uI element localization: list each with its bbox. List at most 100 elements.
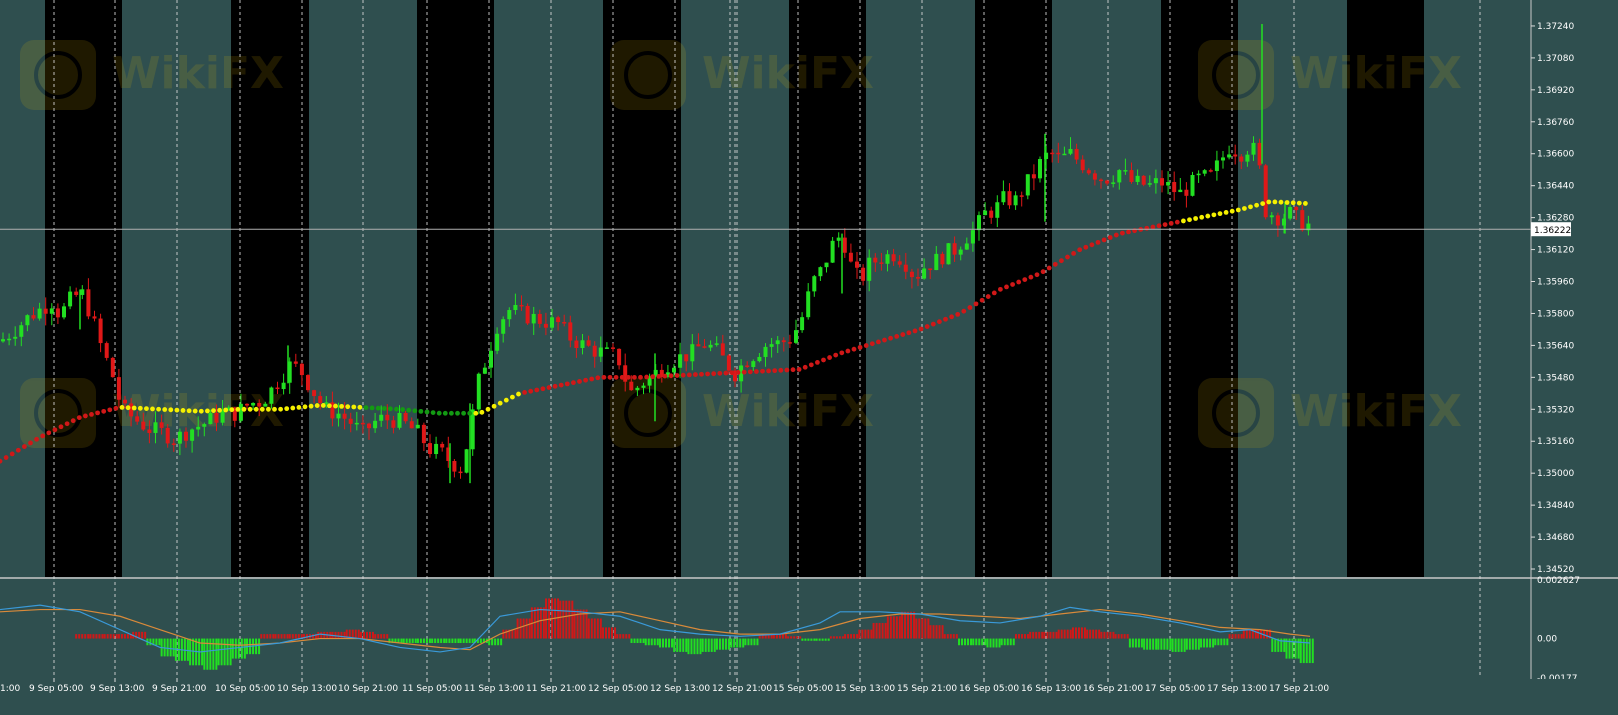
macd-histogram-bar: [1086, 629, 1089, 639]
ma-dot: [747, 369, 753, 375]
macd-histogram-bar: [1180, 638, 1183, 652]
ma-dot: [479, 409, 485, 415]
macd-histogram-bar: [992, 638, 995, 648]
candle-body: [1300, 210, 1305, 231]
ma-dot: [802, 364, 808, 370]
price-tick-label: 1.34520: [1537, 565, 1574, 575]
macd-histogram-bar: [1103, 631, 1106, 639]
ma-dot: [1083, 244, 1089, 250]
macd-histogram-bar: [274, 634, 277, 639]
ma-dot: [577, 379, 582, 384]
ma-dot: [375, 405, 381, 411]
macd-histogram-bar: [237, 638, 240, 659]
time-tick-label: 17 Sep 13:00: [1207, 684, 1267, 694]
macd-histogram-bar: [1137, 638, 1140, 648]
ma-dot: [638, 374, 643, 380]
dark-session-band: [975, 0, 1052, 577]
candle-body: [257, 402, 262, 407]
price-tick-label: 1.34840: [1537, 501, 1574, 511]
macd-histogram-bar: [665, 638, 667, 648]
macd-histogram-bar: [106, 634, 109, 639]
macd-histogram-bar: [386, 634, 389, 639]
macd-histogram-bar: [889, 616, 892, 639]
macd-histogram-bar: [1194, 638, 1197, 650]
ma-dot: [674, 373, 680, 378]
macd-histogram-bar: [970, 638, 973, 646]
macd-histogram-bar: [144, 631, 147, 639]
ma-dot: [406, 407, 412, 413]
candle-body: [1092, 173, 1097, 180]
macd-histogram-bar: [109, 634, 112, 639]
ma-dot: [235, 406, 241, 412]
time-tick-label: 16 Sep 05:00: [959, 684, 1019, 694]
macd-histogram-bar: [696, 638, 699, 655]
candle-body: [507, 310, 512, 320]
time-label-cut: 1:00: [0, 684, 20, 694]
candle-body: [37, 308, 42, 319]
macd-histogram-bar: [189, 638, 192, 666]
macd-histogram-bar: [1308, 638, 1311, 664]
macd-histogram-bar: [1123, 634, 1126, 639]
ma-dot: [863, 343, 869, 348]
candle-body: [495, 333, 500, 351]
macd-histogram-bar: [853, 634, 856, 639]
macd-histogram-bar: [653, 638, 656, 646]
macd-histogram-bar: [1174, 638, 1177, 652]
candle-body: [312, 390, 317, 397]
ma-dot: [320, 403, 326, 408]
macd-histogram-bar: [117, 634, 120, 639]
candle-body: [720, 343, 725, 356]
candle-body: [1221, 157, 1225, 161]
macd-histogram-bar: [451, 638, 454, 644]
candle-body: [1251, 142, 1256, 155]
macd-histogram-bar: [981, 638, 984, 646]
macd-histogram-bar: [742, 638, 745, 648]
ma-dot: [894, 334, 900, 339]
macd-histogram-bar: [644, 638, 647, 646]
macd-histogram-bar: [884, 622, 887, 639]
ma-dot: [522, 389, 527, 395]
candle-body: [830, 240, 835, 263]
time-axis: 1:00 9 Sep 05:00 9 Sep 13:00 9 Sep 21:00 10 …: [0, 678, 1618, 715]
macd-histogram-bar: [1146, 638, 1149, 650]
ma-dot: [1187, 217, 1192, 223]
macd-histogram-bar: [715, 638, 718, 650]
macd-histogram-bar: [952, 634, 955, 639]
candle-body: [964, 243, 969, 250]
macd-histogram-bar: [972, 638, 975, 646]
candle-body: [214, 412, 219, 423]
macd-histogram-bar: [505, 629, 508, 639]
macd-histogram-bar: [1009, 638, 1012, 646]
ma-dot: [436, 410, 442, 416]
ma-dot: [876, 339, 881, 345]
ma-dot: [754, 369, 759, 374]
macd-histogram-bar: [357, 629, 360, 639]
ma-dot: [400, 407, 405, 412]
ma-dot: [455, 410, 460, 416]
macd-histogram-bar: [707, 638, 710, 652]
ma-dot: [125, 405, 131, 411]
macd-histogram-bar: [787, 636, 790, 639]
macd-histogram-bar: [713, 638, 716, 652]
candle-body: [1111, 182, 1116, 184]
candle-body: [763, 346, 768, 357]
macd-histogram-bar: [804, 638, 807, 641]
macd-histogram-bar: [1126, 634, 1129, 639]
macd-histogram-bar: [1134, 638, 1137, 648]
macd-histogram-bar: [103, 634, 106, 639]
ma-dot: [266, 406, 271, 412]
macd-histogram-bar: [425, 638, 428, 644]
macd-histogram-bar: [901, 611, 904, 639]
ma-dot: [1205, 213, 1211, 219]
ma-dot: [784, 367, 790, 373]
ma-dot: [119, 404, 125, 410]
ma-dot: [113, 405, 119, 411]
macd-histogram-bar: [562, 600, 565, 639]
candle-body: [592, 345, 597, 357]
macd-histogram-bar: [1060, 629, 1063, 639]
price-tick-label: 1.36120: [1537, 246, 1574, 256]
macd-histogram-bar: [437, 638, 440, 644]
macd-histogram-bar: [280, 634, 283, 639]
macd-histogram-bar: [642, 638, 645, 644]
candle-body: [598, 347, 603, 357]
